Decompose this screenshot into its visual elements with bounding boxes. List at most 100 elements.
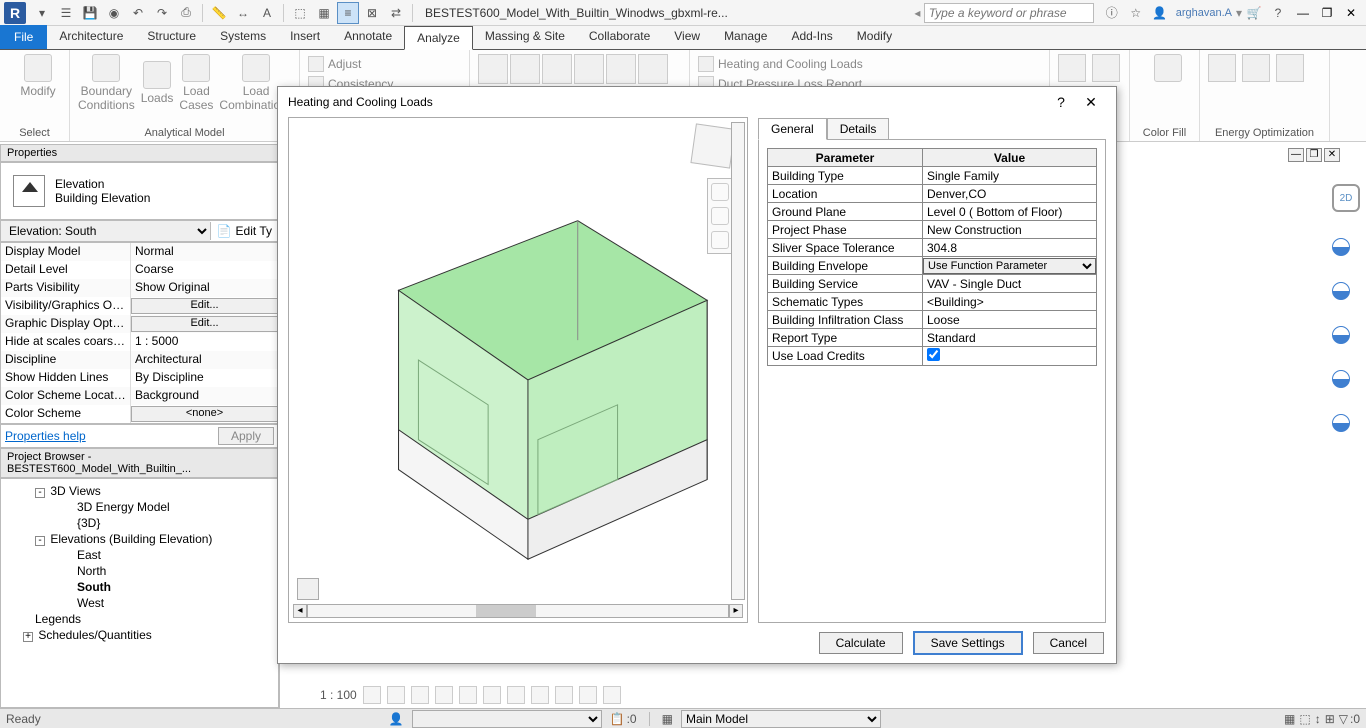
properties-help-link[interactable]: Properties help: [5, 429, 86, 443]
visual-style-icon[interactable]: [411, 686, 429, 704]
nav-circle-1[interactable]: [1332, 238, 1350, 256]
prop-row[interactable]: Graphic Display Optio...Edit...: [1, 315, 278, 333]
print-icon[interactable]: ⎙: [175, 2, 197, 24]
param-value[interactable]: Single Family: [923, 167, 1097, 185]
editable-icon[interactable]: ▦: [662, 712, 673, 726]
panel-icon[interactable]: [542, 54, 572, 84]
instance-selector[interactable]: Elevation: South: [1, 221, 210, 241]
tree-expander-icon[interactable]: -: [35, 488, 45, 498]
param-row[interactable]: LocationDenver,CO: [768, 185, 1097, 203]
scroll-right-icon[interactable]: ▸: [729, 604, 743, 618]
box-icon[interactable]: ⬚: [289, 2, 311, 24]
prop-value[interactable]: Coarse: [131, 261, 278, 279]
energy-icon-2[interactable]: [1242, 54, 1270, 82]
view-min-button[interactable]: —: [1288, 148, 1304, 162]
tab-structure[interactable]: Structure: [135, 25, 208, 49]
tree-expander-icon[interactable]: +: [23, 632, 33, 642]
scroll-left-icon[interactable]: ◂: [293, 604, 307, 618]
tab-annotate[interactable]: Annotate: [332, 25, 404, 49]
file-tab[interactable]: File: [0, 25, 47, 49]
prop-value[interactable]: 1 : 5000: [131, 333, 278, 351]
preview-mode-button[interactable]: [297, 578, 319, 600]
param-value[interactable]: [923, 347, 1097, 366]
design-option-selector[interactable]: Main Model: [681, 710, 881, 728]
param-checkbox[interactable]: [927, 348, 940, 361]
prop-value[interactable]: Architectural: [131, 351, 278, 369]
boundary-button[interactable]: Boundary Conditions: [78, 54, 135, 113]
tree-item[interactable]: {3D}: [5, 515, 274, 531]
preview-scroll-h[interactable]: ◂ ▸: [293, 604, 743, 618]
prop-row[interactable]: Hide at scales coarser ...1 : 5000: [1, 333, 278, 351]
sb-icon-1[interactable]: ▦: [1284, 712, 1295, 726]
param-row[interactable]: Building TypeSingle Family: [768, 167, 1097, 185]
measure-icon[interactable]: 📏: [208, 2, 230, 24]
check-icon-2[interactable]: [1092, 54, 1120, 82]
tree-item[interactable]: Legends: [5, 611, 274, 627]
scale-list-icon[interactable]: [363, 686, 381, 704]
star-icon[interactable]: ☆: [1125, 2, 1147, 24]
type-selector[interactable]: Elevation Building Elevation: [0, 162, 279, 220]
calculate-button[interactable]: Calculate: [819, 632, 903, 654]
param-row[interactable]: Schematic Types<Building>: [768, 293, 1097, 311]
param-value[interactable]: Use Function Parameter: [923, 257, 1097, 275]
prop-value[interactable]: Background: [131, 387, 278, 405]
sync-icon[interactable]: ◉: [103, 2, 125, 24]
param-row[interactable]: Building EnvelopeUse Function Parameter: [768, 257, 1097, 275]
tree-item[interactable]: South: [5, 579, 274, 595]
tab-manage[interactable]: Manage: [712, 25, 779, 49]
section-icon[interactable]: ▦: [313, 2, 335, 24]
workset-selector[interactable]: [412, 710, 602, 728]
spaces-icon[interactable]: [478, 54, 508, 84]
close-views-icon[interactable]: ⊠: [361, 2, 383, 24]
save-icon[interactable]: 💾: [79, 2, 101, 24]
tree-item[interactable]: 3D Energy Model: [5, 499, 274, 515]
prop-row[interactable]: Color Scheme<none>: [1, 405, 278, 423]
param-row[interactable]: Building ServiceVAV - Single Duct: [768, 275, 1097, 293]
param-value[interactable]: Standard: [923, 329, 1097, 347]
nav-circle-3[interactable]: [1332, 326, 1350, 344]
folder-icon[interactable]: ☰: [55, 2, 77, 24]
reveal-icon[interactable]: [579, 686, 597, 704]
nav-circle-2[interactable]: [1332, 282, 1350, 300]
tree-item[interactable]: + Schedules/Quantities: [5, 627, 274, 643]
crop-show-icon[interactable]: [531, 686, 549, 704]
sun-icon[interactable]: [435, 686, 453, 704]
prop-row[interactable]: Color Scheme LocationBackground: [1, 387, 278, 405]
tree-item[interactable]: East: [5, 547, 274, 563]
detail-icon[interactable]: [387, 686, 405, 704]
tab-analyze[interactable]: Analyze: [404, 26, 473, 50]
param-dropdown[interactable]: Use Function Parameter: [923, 258, 1096, 274]
apply-button[interactable]: Apply: [218, 427, 274, 445]
dialog-tab-details[interactable]: Details: [827, 118, 890, 140]
text-icon[interactable]: A: [256, 2, 278, 24]
crop-icon[interactable]: [507, 686, 525, 704]
prop-value[interactable]: By Discipline: [131, 369, 278, 387]
grid-icon[interactable]: [574, 54, 604, 84]
scale-display[interactable]: 1 : 100: [320, 688, 357, 702]
shadow-icon[interactable]: [459, 686, 477, 704]
tab-collaborate[interactable]: Collaborate: [577, 25, 662, 49]
search-input[interactable]: [924, 3, 1094, 23]
redo-icon[interactable]: ↷: [151, 2, 173, 24]
param-row[interactable]: Sliver Space Tolerance304.8: [768, 239, 1097, 257]
tree-item[interactable]: North: [5, 563, 274, 579]
sb-icon-4[interactable]: ⊞: [1325, 712, 1335, 726]
param-value[interactable]: 304.8: [923, 239, 1097, 257]
param-value[interactable]: VAV - Single Duct: [923, 275, 1097, 293]
restore-button[interactable]: ❐: [1316, 3, 1338, 23]
param-row[interactable]: Building Infiltration ClassLoose: [768, 311, 1097, 329]
tab-systems[interactable]: Systems: [208, 25, 278, 49]
heating-cooling-button[interactable]: Heating and Cooling Loads: [698, 54, 1041, 74]
user-icon[interactable]: 👤: [1149, 2, 1171, 24]
tree-expander-icon[interactable]: -: [35, 536, 45, 546]
sb-icon-2[interactable]: ⬚: [1299, 712, 1310, 726]
prop-row[interactable]: Show Hidden LinesBy Discipline: [1, 369, 278, 387]
area-icon[interactable]: [606, 54, 636, 84]
modify-button[interactable]: Modify: [8, 54, 68, 98]
zones-icon[interactable]: [510, 54, 540, 84]
project-browser[interactable]: - 3D Views 3D Energy Model {3D}- Elevati…: [0, 478, 279, 708]
dialog-close-button[interactable]: ✕: [1076, 94, 1106, 111]
energy-icon-3[interactable]: [1276, 54, 1304, 82]
prop-edit-button[interactable]: <none>: [131, 406, 278, 422]
prop-value[interactable]: Show Original: [131, 279, 278, 297]
